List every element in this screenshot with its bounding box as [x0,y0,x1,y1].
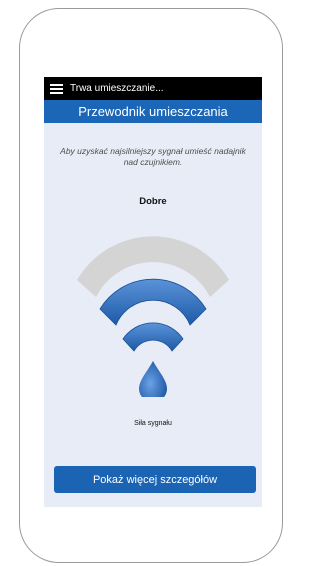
app-screen: Trwa umieszczanie... Przewodnik umieszcz… [44,77,262,507]
menu-icon[interactable] [50,83,63,94]
signal-quality-label: Dobre [139,196,167,207]
signal-strength-icon [77,236,229,397]
status-text: Trwa umieszczanie... [70,83,164,94]
show-more-details-button[interactable]: Pokaż więcej szczegółów [54,466,256,493]
status-bar: Trwa umieszczanie... [44,77,262,100]
signal-bar-middle [99,278,207,326]
page-title: Przewodnik umieszczania [44,100,262,123]
signal-strength-label: Siła sygnału [134,420,172,427]
signal-bar-inner [122,322,184,352]
placement-instructions: Aby uzyskać najsilniejszy sygnał umieść … [60,146,246,167]
drop-icon [139,361,167,397]
